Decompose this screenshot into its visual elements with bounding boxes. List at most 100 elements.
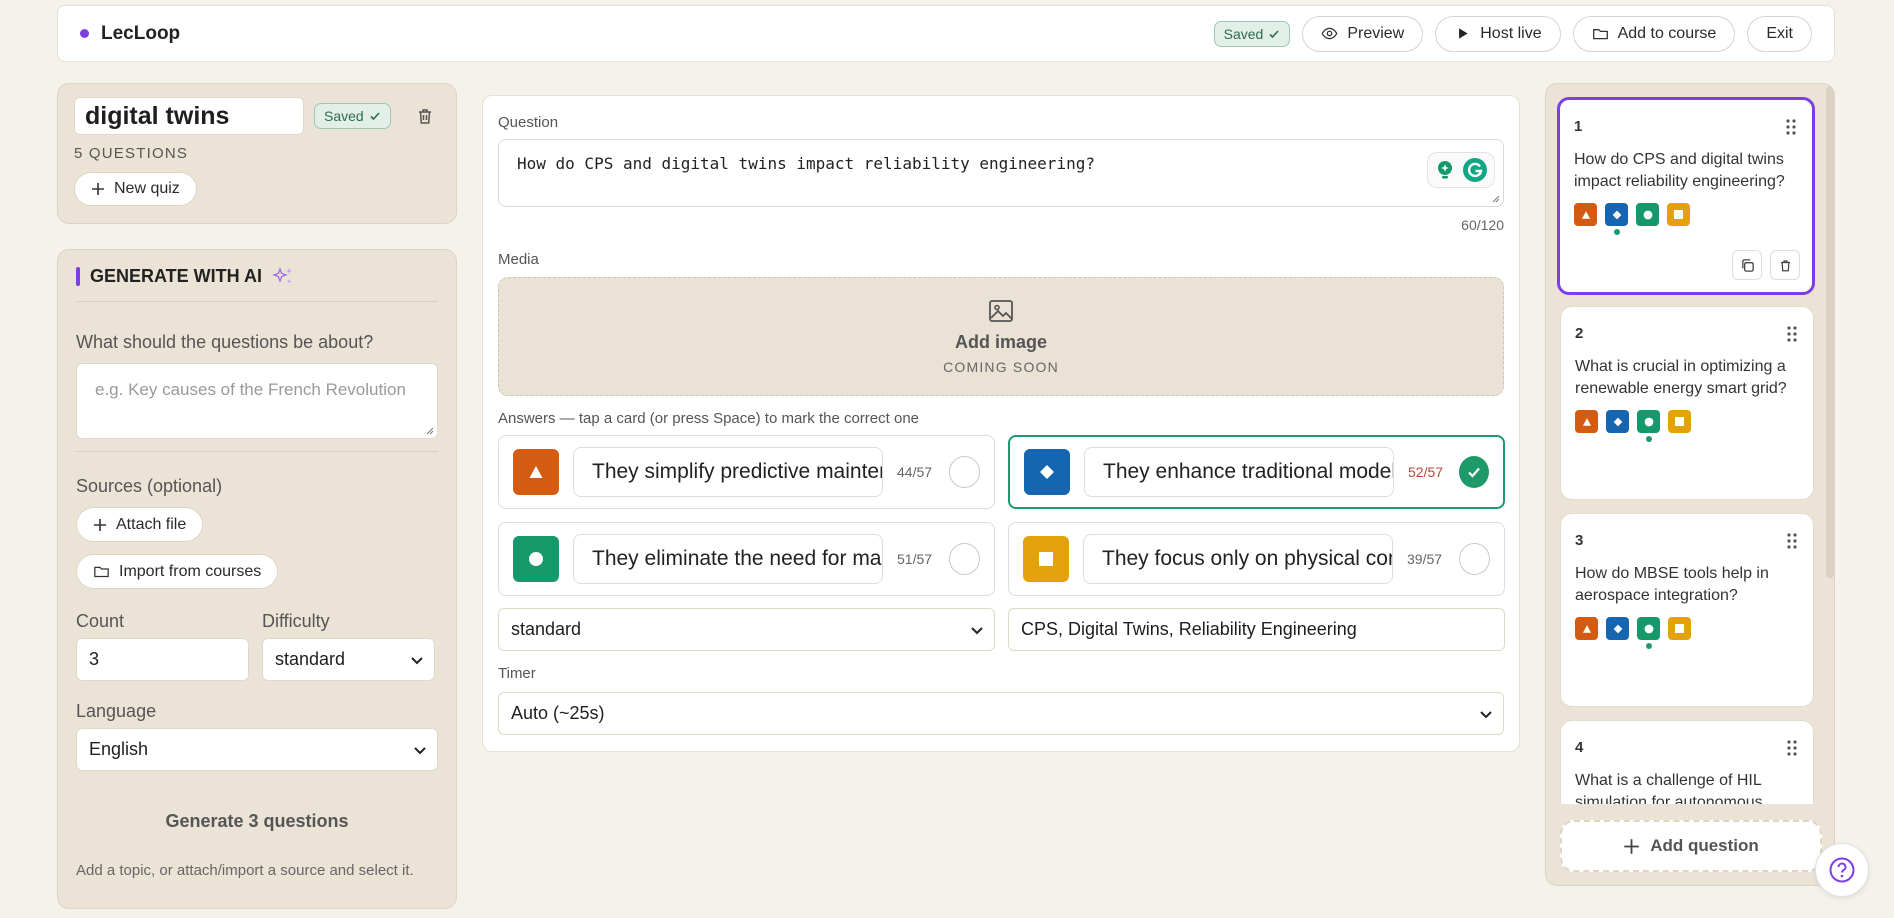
chevron-down-icon — [1480, 710, 1492, 718]
duplicate-question-button[interactable] — [1732, 250, 1762, 280]
mark-correct-toggle[interactable] — [949, 456, 980, 488]
diamond-icon — [1612, 210, 1621, 219]
list-scrollbar[interactable] — [1826, 86, 1834, 578]
triangle-mini — [1574, 203, 1597, 226]
question-card-4[interactable]: 4 What is a challenge of HIL simulation … — [1560, 720, 1814, 804]
circle-shape — [513, 536, 559, 582]
circle-icon — [529, 552, 543, 566]
square-icon — [1675, 417, 1684, 426]
correct-dot — [1645, 643, 1652, 649]
mark-correct-toggle[interactable] — [949, 543, 980, 575]
language-select[interactable]: English — [76, 728, 438, 771]
help-button[interactable] — [1815, 843, 1869, 897]
diamond-shape — [1024, 449, 1070, 495]
play-icon — [1459, 28, 1468, 39]
delete-quiz-button[interactable] — [413, 104, 437, 128]
drag-handle-icon[interactable] — [1784, 118, 1798, 136]
media-label: Media — [498, 251, 539, 268]
answer-input[interactable]: They simplify predictive maintenance — [573, 447, 883, 497]
question-count: 5 QUESTIONS — [74, 145, 189, 162]
drag-handle-icon[interactable] — [1785, 325, 1799, 343]
new-quiz-button[interactable]: New quiz — [74, 172, 197, 206]
triangle-icon — [529, 466, 543, 478]
plus-icon — [1624, 838, 1639, 854]
answer-input[interactable]: They eliminate the need for maintenance — [573, 534, 883, 584]
answer-input[interactable]: They enhance traditional models — [1084, 447, 1394, 497]
mark-correct-toggle[interactable] — [1459, 456, 1489, 488]
plus-icon — [92, 183, 104, 195]
resize-handle-icon[interactable] — [425, 426, 434, 435]
diamond-mini — [1606, 410, 1629, 433]
exit-button[interactable]: Exit — [1747, 15, 1812, 52]
eye-icon — [1321, 27, 1338, 40]
media-dropzone[interactable]: Add image COMING SOON — [498, 277, 1504, 396]
import-courses-button[interactable]: Import from courses — [76, 554, 279, 589]
triangle-mini — [1575, 617, 1598, 640]
answers-label: Answers — tap a card (or press Space) to… — [498, 410, 920, 427]
correct-dot — [1645, 436, 1652, 442]
generate-button[interactable]: Generate 3 questions — [76, 811, 438, 832]
accent-bar — [76, 267, 80, 286]
diamond-icon — [1040, 465, 1054, 479]
question-preview-text: How do CPS and digital twins impact reli… — [1574, 151, 1785, 190]
circle-mini — [1637, 617, 1660, 649]
question-label: Question — [498, 114, 559, 131]
count-input[interactable]: 3 — [76, 638, 249, 681]
question-preview-text: What is crucial in optimizing a renewabl… — [1575, 358, 1787, 397]
triangle-icon — [1581, 210, 1590, 219]
circle-icon — [1644, 417, 1653, 426]
question-card-1[interactable]: 1 How do CPS and digital twins impact re… — [1557, 97, 1815, 295]
difficulty-select[interactable]: standard — [262, 638, 435, 681]
answer-card-diamond[interactable]: They enhance traditional models 52/57 — [1008, 435, 1505, 509]
question-number: 1 — [1574, 118, 1583, 135]
question-difficulty-select[interactable]: standard — [498, 608, 995, 651]
trash-icon — [1780, 259, 1790, 271]
question-difficulty-value: standard — [511, 619, 582, 639]
chevron-down-icon — [414, 746, 426, 754]
answer-input[interactable]: They focus only on physical components — [1083, 534, 1393, 584]
add-to-course-button[interactable]: Add to course — [1572, 15, 1736, 52]
quiz-title-input[interactable]: digital twins — [74, 97, 304, 135]
ai-heading-label: GENERATE WITH AI — [90, 266, 262, 286]
question-preview-text: How do MBSE tools help in aerospace inte… — [1575, 565, 1769, 604]
top-bar: LecLoop Saved Preview Host live Add to c… — [57, 5, 1835, 62]
question-card-3[interactable]: 3 How do MBSE tools help in aerospace in… — [1560, 513, 1814, 707]
add-question-button[interactable]: Add question — [1560, 820, 1822, 872]
timer-select[interactable]: Auto (~25s) — [498, 692, 1504, 735]
drag-handle-icon[interactable] — [1785, 532, 1799, 550]
square-shape — [1023, 536, 1069, 582]
square-icon — [1039, 552, 1053, 566]
saved-badge: Saved — [1213, 20, 1291, 47]
ai-heading: GENERATE WITH AI — [76, 266, 438, 302]
grammarly-widget[interactable] — [1427, 152, 1495, 188]
square-icon — [1675, 624, 1684, 633]
preview-button[interactable]: Preview — [1302, 15, 1424, 52]
triangle-icon — [1582, 417, 1591, 426]
circle-mini — [1636, 203, 1659, 226]
mark-correct-toggle[interactable] — [1459, 543, 1490, 575]
chevron-down-icon — [411, 656, 423, 664]
question-card-2[interactable]: 2 What is crucial in optimizing a renewa… — [1560, 306, 1814, 500]
brand: LecLoop — [80, 23, 180, 45]
timer-value: Auto (~25s) — [511, 703, 605, 723]
image-icon — [989, 300, 1013, 322]
delete-question-button[interactable] — [1770, 250, 1800, 280]
host-live-button[interactable]: Host live — [1435, 15, 1561, 52]
question-input[interactable]: How do CPS and digital twins impact reli… — [498, 139, 1504, 207]
answer-card-circle[interactable]: They eliminate the need for maintenance … — [498, 522, 995, 596]
answer-card-square[interactable]: They focus only on physical components 3… — [1008, 522, 1505, 596]
answer-shapes — [1575, 617, 1799, 649]
topic-input[interactable]: e.g. Key causes of the French Revolution — [76, 363, 438, 439]
grammarly-icon — [1463, 158, 1487, 182]
resize-handle-icon[interactable] — [1491, 194, 1500, 203]
attach-file-button[interactable]: Attach file — [76, 507, 204, 542]
sparkles-icon — [272, 266, 292, 283]
check-icon — [1468, 467, 1480, 478]
circle-icon — [1644, 624, 1653, 633]
new-quiz-label: New quiz — [114, 180, 180, 197]
quiz-saved-label: Saved — [324, 108, 364, 124]
answer-card-triangle[interactable]: They simplify predictive maintenance 44/… — [498, 435, 995, 509]
drag-handle-icon[interactable] — [1785, 739, 1799, 757]
tags-input[interactable]: CPS, Digital Twins, Reliability Engineer… — [1008, 608, 1505, 651]
question-text: How do CPS and digital twins impact reli… — [517, 154, 1095, 173]
